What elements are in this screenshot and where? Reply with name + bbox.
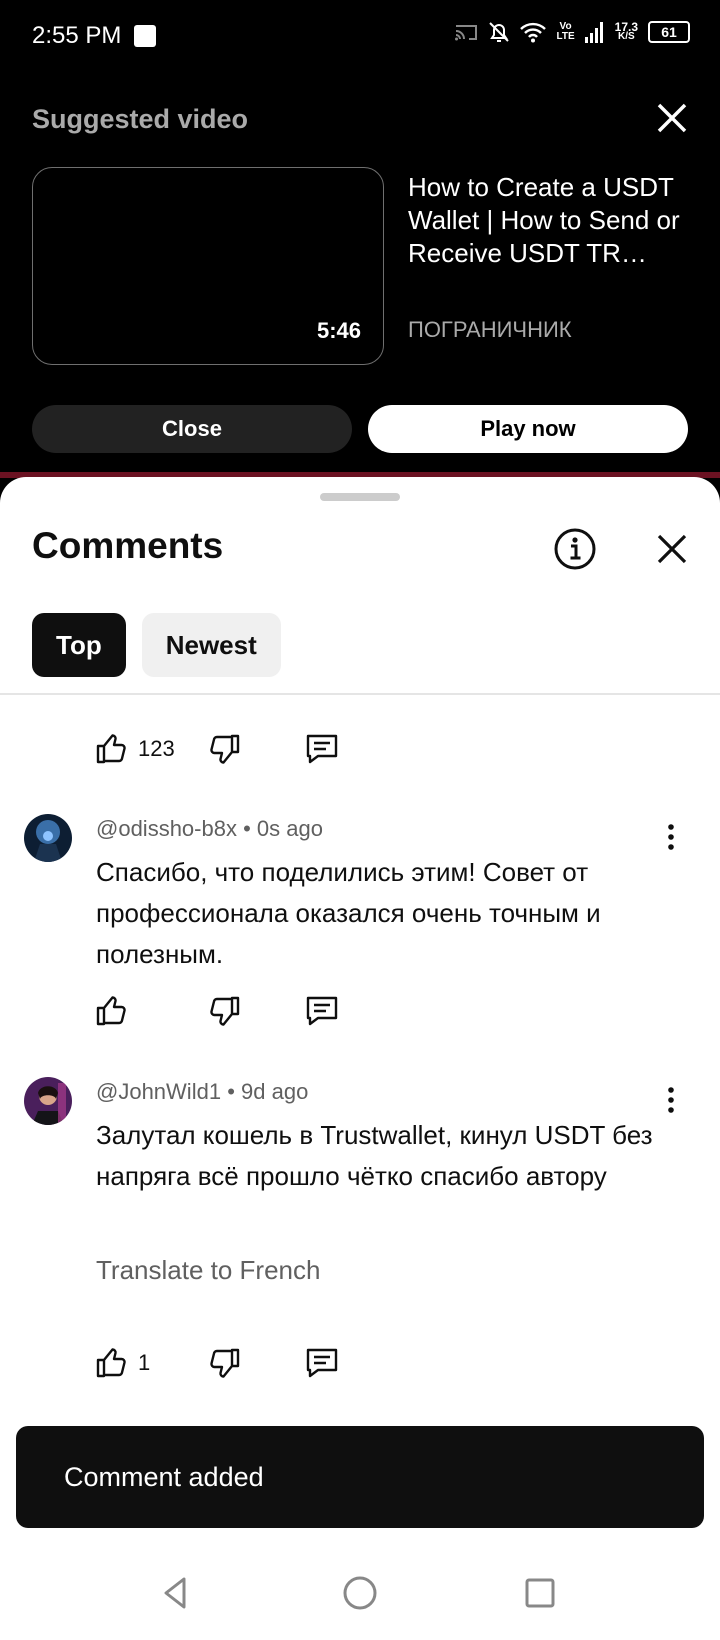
avatar[interactable] <box>24 814 72 862</box>
comment-author[interactable]: @JohnWild1 <box>96 1079 221 1104</box>
wifi-icon <box>520 22 547 43</box>
comment-actions: 1 <box>94 1341 338 1385</box>
comment-actions <box>94 989 338 1033</box>
comment-actions: 123 <box>94 727 338 771</box>
meta-separator: • <box>243 816 257 841</box>
chip-top[interactable]: Top <box>32 613 126 677</box>
reply-icon[interactable] <box>304 1345 340 1381</box>
comment-meta: @odissho-b8x • 0s ago <box>96 816 323 842</box>
like-icon[interactable] <box>94 993 130 1029</box>
recents-icon[interactable] <box>520 1573 560 1613</box>
avatar[interactable] <box>24 1077 72 1125</box>
dislike-icon[interactable] <box>206 993 242 1029</box>
signal-icon <box>584 22 603 43</box>
translate-link[interactable]: Translate to French <box>96 1255 320 1286</box>
suggested-video-header: Suggested video <box>32 104 249 134</box>
drag-handle[interactable] <box>320 493 400 501</box>
video-channel[interactable]: ПОГРАНИЧНИК <box>408 317 572 343</box>
status-icons: Vo LTE 17.3 K/S 61 <box>454 20 690 44</box>
comment-text: Залутал кошель в Trustwallet, кинул USDT… <box>96 1120 653 1191</box>
comment-text: Спасибо, что поделились этим! Совет от п… <box>96 857 601 969</box>
like-count: 1 <box>138 1350 151 1375</box>
network-speed: 17.3 K/S <box>615 21 638 42</box>
video-title[interactable]: How to Create a USDT Wallet | How to Sen… <box>408 171 693 270</box>
battery-icon: 61 <box>648 21 690 43</box>
speed-unit: K/S <box>617 31 635 42</box>
status-time: 2:55 PM <box>32 22 122 49</box>
play-now-button[interactable]: Play now <box>368 405 688 453</box>
info-icon[interactable] <box>553 527 597 571</box>
bell-off-icon <box>489 22 510 42</box>
reply-icon[interactable] <box>304 731 340 767</box>
battery-level: 61 <box>661 24 677 40</box>
chip-newest[interactable]: Newest <box>141 613 281 677</box>
close-icon[interactable] <box>652 98 692 138</box>
sort-chips: Top Newest <box>32 613 281 677</box>
dislike-icon[interactable] <box>206 731 242 767</box>
comment-author[interactable]: @odissho-b8x <box>96 816 237 841</box>
divider <box>0 693 720 695</box>
snackbar-message: Comment added <box>64 1462 264 1492</box>
more-icon[interactable] <box>656 1085 686 1115</box>
meta-separator: • <box>227 1079 242 1104</box>
suggested-video-panel: Suggested video 5:46 How to Create a USD… <box>0 72 720 472</box>
close-comments-icon[interactable] <box>652 529 692 569</box>
back-icon[interactable] <box>156 1573 196 1613</box>
navigation-bar <box>0 1545 720 1640</box>
comments-title: Comments <box>32 525 224 566</box>
network-type: Vo LTE <box>556 22 574 42</box>
more-icon[interactable] <box>656 822 686 852</box>
comment-meta: @JohnWild1 • 9d ago <box>96 1079 308 1105</box>
like-count: 123 <box>138 736 175 761</box>
video-thumbnail[interactable]: 5:46 <box>32 167 384 365</box>
snackbar: Comment added <box>16 1426 704 1528</box>
network-lte: LTE <box>556 31 575 42</box>
like-icon[interactable] <box>94 1345 130 1381</box>
dislike-icon[interactable] <box>206 1345 242 1381</box>
status-bar: 2:55 PM Vo LTE 17.3 K/S 61 <box>0 0 720 72</box>
like-icon[interactable] <box>94 731 130 767</box>
notification-icon <box>134 25 156 47</box>
video-duration: 5:46 <box>316 318 361 343</box>
comments-sheet: Comments Top Newest 123 @odissho-b8x • 0… <box>0 477 720 1545</box>
reply-icon[interactable] <box>304 993 340 1029</box>
cast-icon <box>455 25 478 41</box>
home-icon[interactable] <box>340 1573 380 1613</box>
comment-time: 0s ago <box>256 816 323 841</box>
close-button[interactable]: Close <box>32 405 352 453</box>
comment-time: 9d ago <box>241 1079 309 1104</box>
